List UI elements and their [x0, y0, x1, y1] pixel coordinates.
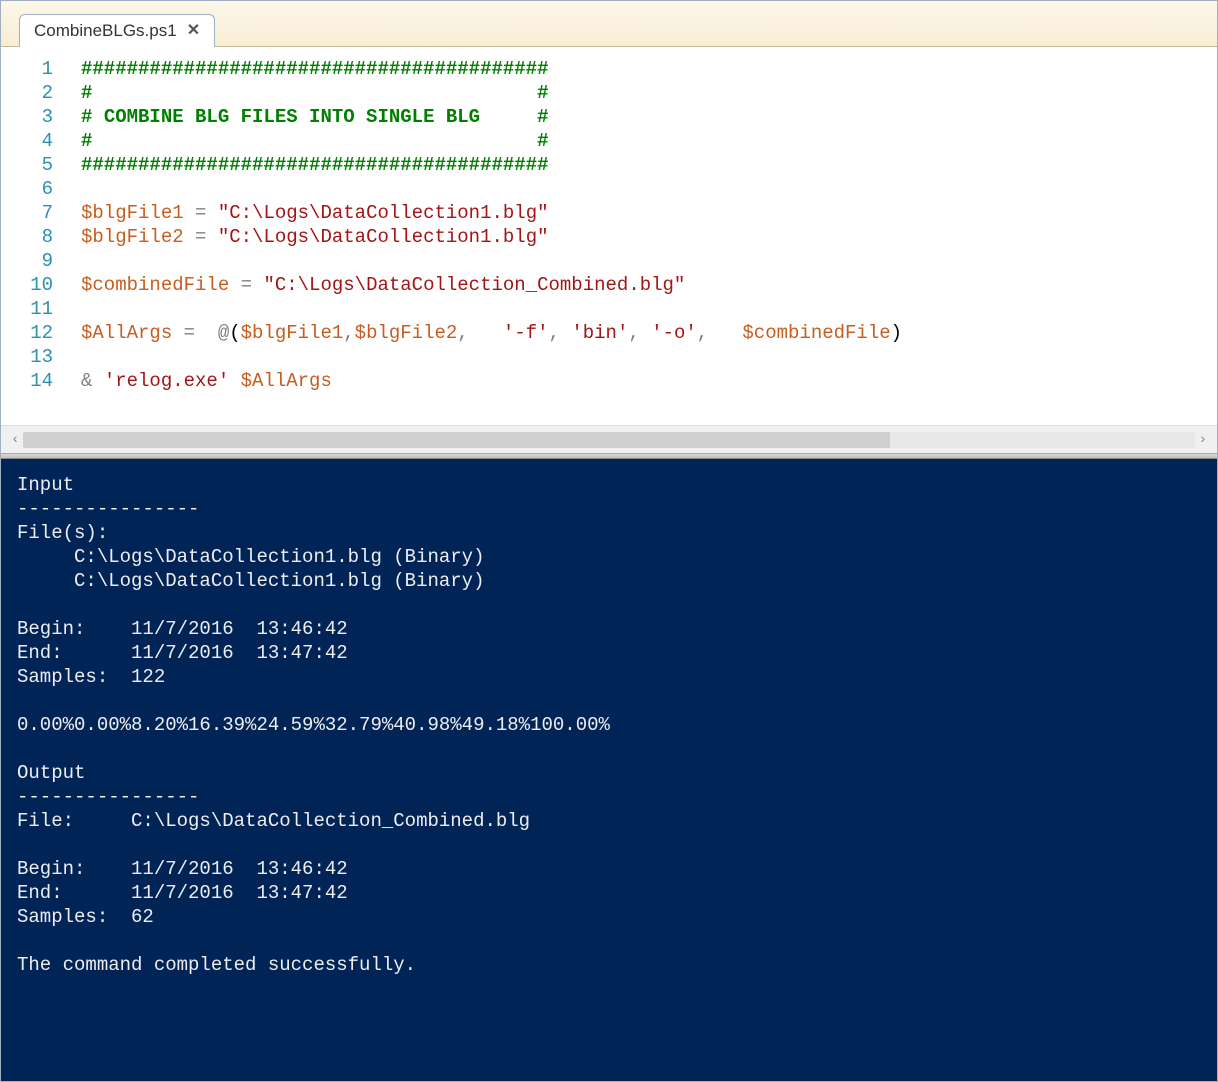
- code-variable: $blgFile2: [355, 322, 458, 344]
- code-string: "C:\Logs\DataCollection1.blg": [218, 226, 549, 248]
- line-number: 1: [1, 57, 53, 81]
- code-operator: =: [229, 274, 263, 296]
- line-number: 11: [1, 297, 53, 321]
- code-operator: =: [184, 202, 218, 224]
- code-variable: $combinedFile: [742, 322, 890, 344]
- code-comment: #: [480, 106, 548, 128]
- code-comment: ########################################…: [81, 154, 548, 176]
- code-variable: $blgFile2: [81, 226, 184, 248]
- script-editor-pane: 1234567891011121314 ####################…: [1, 47, 1217, 425]
- code-comment: COMBINE BLG FILES INTO SINGLE BLG: [104, 106, 480, 128]
- scrollbar-track[interactable]: [23, 432, 1194, 448]
- line-number: 8: [1, 225, 53, 249]
- console-output-pane[interactable]: Input ---------------- File(s): C:\Logs\…: [1, 459, 1217, 1081]
- code-area[interactable]: ########################################…: [61, 47, 1217, 425]
- code-paren: ): [891, 322, 902, 344]
- line-number: 5: [1, 153, 53, 177]
- code-comment: #: [81, 106, 104, 128]
- code-string: "C:\Logs\DataCollection_Combined.blg": [263, 274, 685, 296]
- line-number: 6: [1, 177, 53, 201]
- code-pad: [480, 322, 503, 344]
- code-operator: ,: [343, 322, 354, 344]
- line-number: 7: [1, 201, 53, 225]
- code-variable: $AllArgs: [81, 322, 172, 344]
- code-variable: $AllArgs: [241, 370, 332, 392]
- code-operator: ,: [697, 322, 720, 344]
- code-space: [92, 370, 103, 392]
- line-number: 3: [1, 105, 53, 129]
- line-number: 12: [1, 321, 53, 345]
- ise-window: CombineBLGs.ps1 ✕ 1234567891011121314 ##…: [0, 0, 1218, 1082]
- code-variable: $combinedFile: [81, 274, 229, 296]
- line-number: 9: [1, 249, 53, 273]
- line-number: 10: [1, 273, 53, 297]
- code-string: 'relog.exe': [104, 370, 229, 392]
- code-paren: (: [229, 322, 240, 344]
- code-operator: ,: [549, 322, 572, 344]
- scroll-left-icon[interactable]: ‹: [7, 432, 23, 448]
- line-number: 14: [1, 369, 53, 393]
- code-string: 'bin': [571, 322, 628, 344]
- line-number: 2: [1, 81, 53, 105]
- code-operator: =: [172, 322, 218, 344]
- editor-horizontal-scrollbar[interactable]: ‹ ›: [1, 425, 1217, 453]
- line-number: 4: [1, 129, 53, 153]
- code-operator: ,: [457, 322, 480, 344]
- code-comment: # #: [81, 82, 548, 104]
- code-space: [229, 370, 240, 392]
- code-pad: [720, 322, 743, 344]
- line-number: 13: [1, 345, 53, 369]
- scrollbar-thumb[interactable]: [23, 432, 890, 448]
- tab-bar: CombineBLGs.ps1 ✕: [1, 1, 1217, 47]
- code-string: "C:\Logs\DataCollection1.blg": [218, 202, 549, 224]
- code-string: '-f': [503, 322, 549, 344]
- code-operator: =: [184, 226, 218, 248]
- close-icon[interactable]: ✕: [187, 23, 200, 39]
- tab-combine-blgs[interactable]: CombineBLGs.ps1 ✕: [19, 14, 215, 47]
- code-operator: &: [81, 370, 92, 392]
- code-variable: $blgFile1: [241, 322, 344, 344]
- code-string: '-o': [651, 322, 697, 344]
- tab-label: CombineBLGs.ps1: [34, 21, 177, 41]
- code-comment: # #: [81, 130, 548, 152]
- line-number-gutter: 1234567891011121314: [1, 47, 61, 425]
- code-comment: ########################################…: [81, 58, 548, 80]
- editor-scroll: 1234567891011121314 ####################…: [1, 47, 1217, 425]
- code-variable: $blgFile1: [81, 202, 184, 224]
- scroll-right-icon[interactable]: ›: [1195, 432, 1211, 448]
- code-operator: @: [218, 322, 229, 344]
- code-operator: ,: [628, 322, 651, 344]
- console-text: Input ---------------- File(s): C:\Logs\…: [17, 474, 610, 976]
